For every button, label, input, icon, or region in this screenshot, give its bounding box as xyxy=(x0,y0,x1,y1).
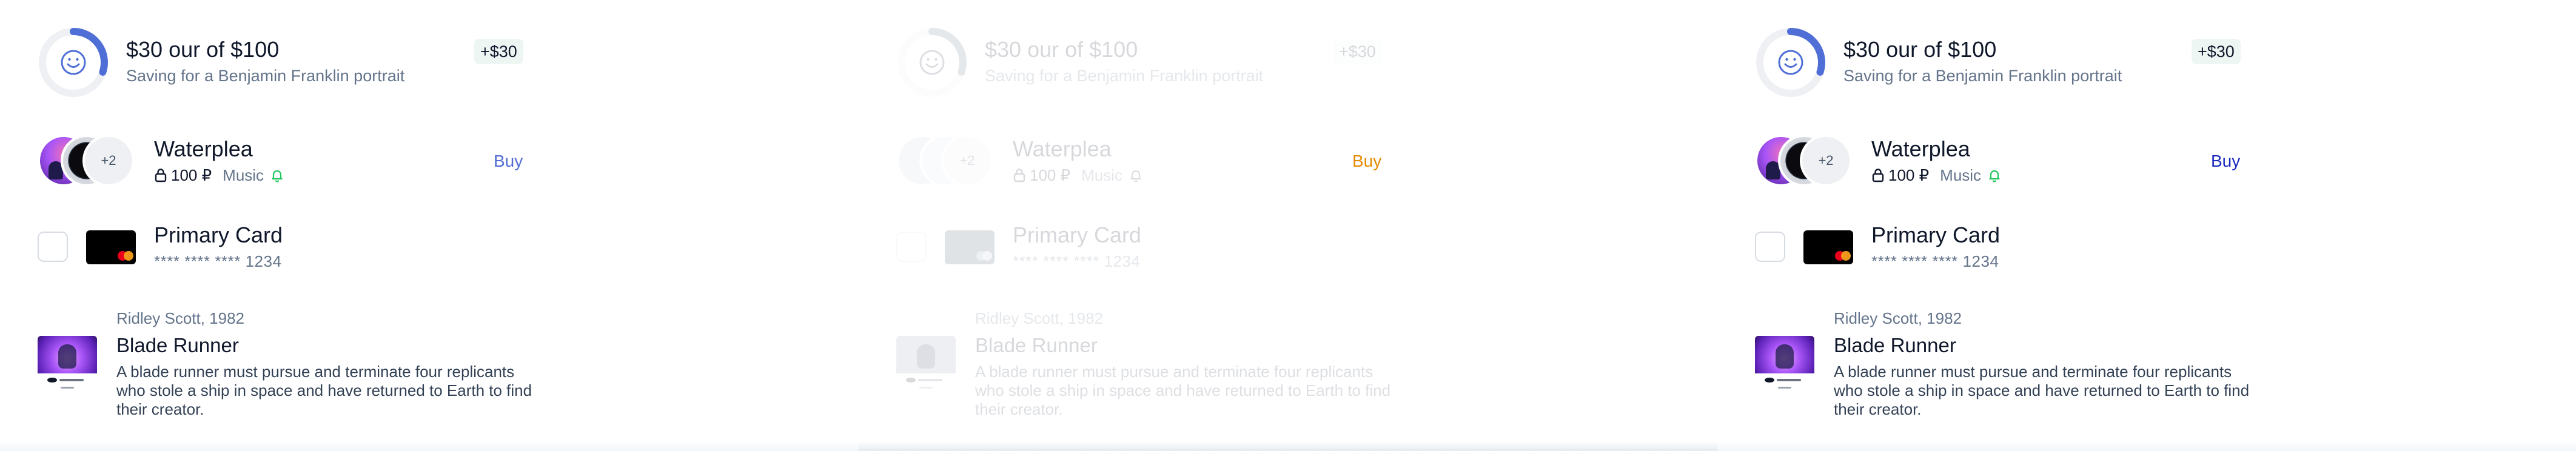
panel-light: $30 our of $100 Saving for a Benjamin Fr… xyxy=(0,0,859,451)
card-name: Primary Card xyxy=(154,222,283,247)
product-genre: Music xyxy=(1940,166,1982,184)
movie-meta: Ridley Scott, 1982 xyxy=(975,309,1104,327)
product-meta: 100 ₽ Music xyxy=(1871,165,2002,185)
product-meta: 100 ₽ Music xyxy=(154,165,284,185)
card-item: Primary Card **** **** **** 1234 xyxy=(896,222,1394,278)
buy-button[interactable]: Buy xyxy=(1352,150,1381,172)
smile-icon xyxy=(918,48,946,76)
movie-description: A blade runner must pursue and terminate… xyxy=(1834,362,2250,418)
goal-subtitle: Saving for a Benjamin Franklin portrait xyxy=(126,67,405,85)
product-action-overlay: Buy xyxy=(896,133,1394,189)
bell-icon xyxy=(270,168,284,182)
goal-item: $30 our of $100 Saving for a Benjamin Fr… xyxy=(896,27,1394,99)
avatar-more-count: +2 xyxy=(1800,135,1852,187)
card-checkbox[interactable] xyxy=(38,232,68,262)
lock-icon xyxy=(1871,168,1885,182)
card-number: **** **** **** 1234 xyxy=(1871,252,1999,270)
card-icon xyxy=(945,230,995,264)
product-item: +2 Waterplea 100 ₽ Music xyxy=(1755,133,2252,189)
movie-title: Blade Runner xyxy=(116,334,239,356)
goal-title: $30 our of $100 xyxy=(1843,37,1997,62)
movie-description: A blade runner must pursue and terminate… xyxy=(116,362,532,418)
lock-icon xyxy=(154,168,167,182)
product-price: 100 ₽ xyxy=(1888,166,1930,184)
goal-subtitle: Saving for a Benjamin Franklin portrait xyxy=(985,67,1264,85)
product-price: 100 ₽ xyxy=(171,166,212,184)
card-checkbox[interactable] xyxy=(896,232,927,262)
movie-poster xyxy=(38,336,97,395)
movie-item: Ridley Scott, 1982 Blade Runner A blade … xyxy=(38,308,535,429)
movie-poster xyxy=(1755,336,1814,395)
card-item: Primary Card **** **** **** 1234 xyxy=(38,222,535,278)
avatar-stack: +2 xyxy=(38,135,135,188)
smile-icon xyxy=(59,48,87,76)
panel-edge xyxy=(1717,441,2576,451)
card-name: Primary Card xyxy=(1013,222,1142,247)
panel-content: $30 our of $100 Saving for a Benjamin Fr… xyxy=(0,0,859,451)
smile-icon xyxy=(1777,48,1805,76)
panel-accent: $30 our of $100 Saving for a Benjamin Fr… xyxy=(1717,0,2576,451)
product-genre: Music xyxy=(223,166,264,184)
buy-button[interactable]: Buy xyxy=(2211,150,2240,172)
goal-item: $30 our of $100 Saving for a Benjamin Fr… xyxy=(38,27,535,99)
card-item: Primary Card **** **** **** 1234 xyxy=(1755,222,2252,278)
panel-disabled: $30 our of $100 Saving for a Benjamin Fr… xyxy=(859,0,1717,451)
avatar-stack: +2 xyxy=(1755,135,1852,188)
movie-title: Blade Runner xyxy=(1834,334,1956,356)
card-number: **** **** **** 1234 xyxy=(1013,252,1141,270)
movie-meta: Ridley Scott, 1982 xyxy=(116,309,245,327)
goal-title: $30 our of $100 xyxy=(126,37,280,62)
movie-title: Blade Runner xyxy=(975,334,1098,356)
movie-description: A blade runner must pursue and terminate… xyxy=(975,362,1391,418)
panel-edge xyxy=(859,441,1717,451)
movie-item: Ridley Scott, 1982 Blade Runner A blade … xyxy=(1755,308,2252,429)
bell-icon xyxy=(1987,168,2002,182)
movie-item: Ridley Scott, 1982 Blade Runner A blade … xyxy=(896,308,1394,429)
movie-meta: Ridley Scott, 1982 xyxy=(1834,309,1962,327)
movie-poster xyxy=(896,336,956,395)
product-name: Waterplea xyxy=(154,136,253,161)
mastercard-icon xyxy=(86,230,136,264)
card-name: Primary Card xyxy=(1871,222,2001,247)
goal-amount-badge: +$30 xyxy=(474,39,523,64)
avatar-more-count: +2 xyxy=(82,135,135,187)
panel-content: $30 our of $100 Saving for a Benjamin Fr… xyxy=(859,0,1717,451)
card-number: **** **** **** 1234 xyxy=(154,252,282,270)
card-checkbox[interactable] xyxy=(1755,232,1785,262)
goal-amount-badge: +$30 xyxy=(2192,39,2241,64)
product-item: +2 Waterplea 100 ₽ Music xyxy=(38,133,535,189)
product-name: Waterplea xyxy=(1871,136,1970,161)
buy-button[interactable]: Buy xyxy=(494,150,523,172)
goal-subtitle: Saving for a Benjamin Franklin portrait xyxy=(1843,67,2122,85)
showcase-root: $30 our of $100 Saving for a Benjamin Fr… xyxy=(0,0,2576,451)
goal-amount-badge: +$30 xyxy=(1333,39,1382,64)
panel-edge xyxy=(0,441,859,451)
panel-content: $30 our of $100 Saving for a Benjamin Fr… xyxy=(1717,0,2576,451)
goal-item: $30 our of $100 Saving for a Benjamin Fr… xyxy=(1755,27,2252,99)
goal-title: $30 our of $100 xyxy=(985,37,1138,62)
mastercard-icon xyxy=(1803,230,1853,264)
